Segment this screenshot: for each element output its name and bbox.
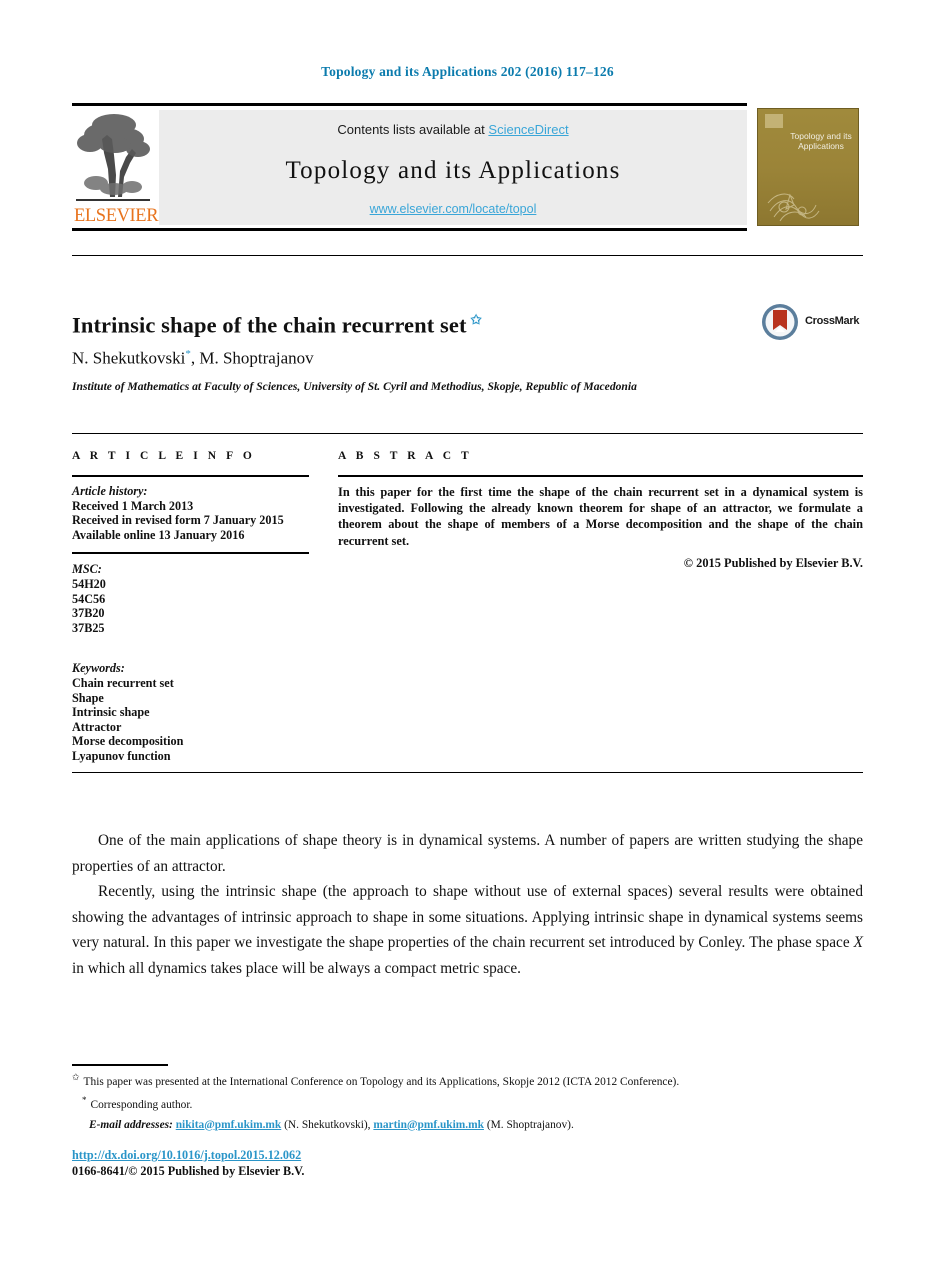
journal-title: Topology and its Applications: [285, 157, 621, 184]
elsevier-tree-icon: [76, 114, 150, 201]
abstract-rule: [338, 475, 863, 477]
body-paragraph-2: Recently, using the intrinsic shape (the…: [72, 879, 863, 981]
info-top-rule: [72, 433, 863, 434]
footnote-emails: E-mail addresses: nikita@pmf.ukim.mk (N.…: [72, 1118, 863, 1134]
msc-label: MSC:: [72, 562, 102, 577]
email-link-2[interactable]: martin@pmf.ukim.mk: [373, 1119, 484, 1131]
info-bottom-rule: [72, 772, 863, 773]
keywords-label: Keywords:: [72, 661, 125, 676]
article-info-rule: [72, 475, 309, 477]
article-history-block: Article history: Received 1 March 2013 R…: [72, 484, 309, 542]
doi-link[interactable]: http://dx.doi.org/10.1016/j.topol.2015.1…: [72, 1148, 301, 1162]
footnote-conference: ✩ This paper was presented at the Interna…: [72, 1070, 863, 1090]
abstract-column: A B S T R A C T In this paper for the fi…: [338, 450, 863, 571]
running-head: Topology and its Applications 202 (2016)…: [321, 64, 614, 79]
title-footnote-marker: ✩: [470, 312, 482, 328]
masthead-bottom-rule: [72, 228, 747, 231]
msc-codes: 54H20 54C56 37B20 37B25: [72, 576, 106, 635]
footnotes: ✩ This paper was presented at the Interna…: [72, 1070, 863, 1133]
article-history-lines: Received 1 March 2013 Received in revise…: [72, 498, 284, 542]
contents-prefix: Contents lists available at: [337, 122, 489, 137]
crossmark-label: CrossMark: [805, 315, 860, 327]
title-separator-rule: [72, 255, 863, 256]
msc-block: MSC: 54H20 54C56 37B20 37B25: [72, 562, 309, 635]
page-title: Intrinsic shape of the chain recurrent s…: [72, 312, 712, 339]
msc-separator-rule: [72, 552, 309, 555]
abstract-heading: A B S T R A C T: [338, 450, 473, 462]
email-addresses-label: E-mail addresses:: [89, 1118, 173, 1131]
affiliation: Institute of Mathematics at Faculty of S…: [72, 380, 637, 393]
crossmark-icon: [762, 304, 798, 340]
footnote-asterisk-marker: *: [82, 1095, 87, 1106]
cover-elsevier-mark-icon: [765, 114, 783, 128]
body-text: One of the main applications of shape th…: [72, 828, 863, 981]
masthead-top-rule: [72, 103, 747, 106]
journal-homepage-link[interactable]: www.elsevier.com/locate/topol: [159, 202, 747, 216]
paper-page: Topology and its Applications 202 (2016)…: [0, 0, 935, 1266]
sciencedirect-link[interactable]: ScienceDirect: [488, 122, 568, 137]
phase-space-variable: X: [853, 934, 863, 951]
article-info-heading: A R T I C L E I N F O: [72, 450, 256, 462]
footnote-corresponding: * Corresponding author.: [72, 1093, 863, 1113]
cover-journal-title: Topology and its Applications: [790, 131, 852, 151]
article-history-label: Article history:: [72, 484, 148, 498]
footnote-conference-text: This paper was presented at the Internat…: [83, 1075, 680, 1088]
elsevier-logo: ELSEVIER: [74, 109, 159, 227]
author-list: N. Shekutkovski*, M. Shoptrajanov: [72, 348, 712, 369]
body-paragraph-2-part1: Recently, using the intrinsic shape (the…: [72, 883, 863, 951]
abstract-copyright: © 2015 Published by Elsevier B.V.: [683, 555, 863, 570]
abstract-text: In this paper for the first time the sha…: [338, 485, 863, 548]
elsevier-wordmark: ELSEVIER: [74, 206, 159, 226]
doi-block: http://dx.doi.org/10.1016/j.topol.2015.1…: [72, 1148, 863, 1179]
email-link-1[interactable]: nikita@pmf.ukim.mk: [176, 1119, 282, 1131]
footnote-corresponding-text: Corresponding author.: [90, 1099, 193, 1112]
keywords-block: Keywords: Chain recurrent set Shape Intr…: [72, 661, 309, 763]
body-paragraph-1: One of the main applications of shape th…: [72, 832, 863, 875]
email-owner-2: (M. Shoptrajanov).: [486, 1118, 574, 1131]
body-paragraph-2-part2: in which all dynamics takes place will b…: [72, 959, 521, 977]
sciencedirect-banner: Contents lists available at ScienceDirec…: [159, 110, 747, 225]
article-info-column: A R T I C L E I N F O Article history: R…: [72, 450, 309, 764]
crossmark-badge-group[interactable]: CrossMark: [761, 303, 865, 343]
cover-artwork-icon: [767, 193, 820, 222]
email-owner-1: (N. Shekutkovski),: [284, 1118, 371, 1131]
journal-masthead: ELSEVIER Contents lists available at Sci…: [72, 103, 863, 231]
article-title-text: Intrinsic shape of the chain recurrent s…: [72, 312, 467, 338]
contents-available-line: Contents lists available at ScienceDirec…: [159, 122, 747, 137]
issn-copyright-line: 0166-8641/© 2015 Published by Elsevier B…: [72, 1163, 305, 1178]
footnote-separator-rule: [72, 1064, 168, 1066]
author-1: N. Shekutkovski: [72, 348, 186, 368]
journal-cover-thumbnail: Topology and its Applications: [757, 108, 859, 226]
footnote-star-marker: ✩: [72, 1072, 80, 1082]
keywords-list: Chain recurrent set Shape Intrinsic shap…: [72, 675, 184, 763]
author-2: , M. Shoptrajanov: [190, 348, 314, 368]
